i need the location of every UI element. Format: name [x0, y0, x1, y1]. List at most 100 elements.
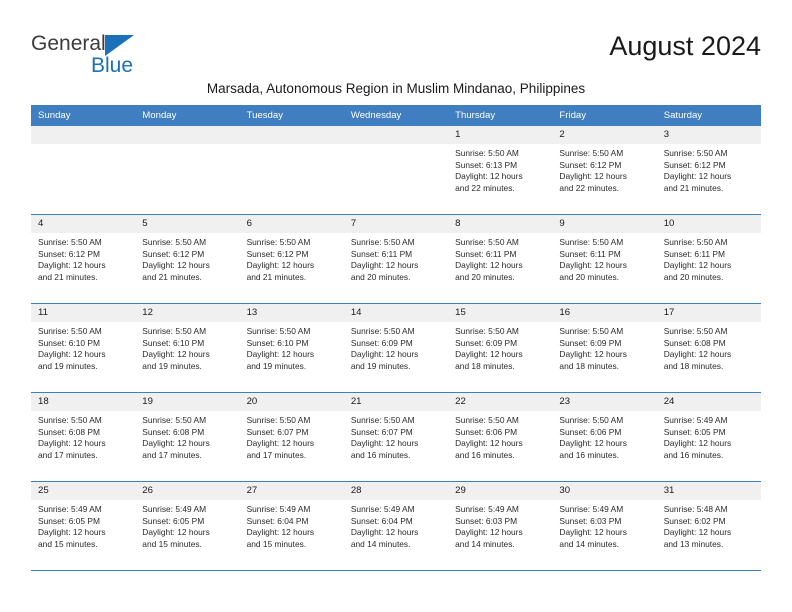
sun-info-line: Daylight: 12 hours: [246, 349, 315, 360]
sun-info-line: Daylight: 12 hours: [38, 260, 106, 271]
calendar-day-cell[interactable]: 8 Sunrise: 5:50 AM Sunset: 6:11 PM Daylight…: [448, 214, 553, 304]
day-number: 31: [656, 482, 761, 500]
calendar-day-cell[interactable]: 26 Sunrise: 5:49 AM Sunset: 6:05 PM Dayligh…: [135, 481, 240, 571]
calendar-day-cell[interactable]: 13 Sunrise: 5:50 AM Sunset: 6:10 PM Dayligh…: [239, 303, 344, 393]
weekday-header-wednesday: Wednesday: [343, 105, 449, 126]
calendar-day-cell[interactable]: 31 Sunrise: 5:48 AM Sunset: 6:02 PM Dayligh…: [656, 481, 761, 571]
sun-info-line: and 22 minutes.: [455, 182, 515, 193]
calendar-day-cell[interactable]: 1 Sunrise: 5:50 AM Sunset: 6:13 PM Daylight…: [448, 126, 553, 215]
day-number: 8: [448, 215, 553, 233]
sun-info-line: Daylight: 12 hours: [559, 171, 627, 182]
calendar-day-cell[interactable]: 29 Sunrise: 5:49 AM Sunset: 6:03 PM Dayligh…: [448, 481, 553, 571]
sun-info-line: Sunrise: 5:50 AM: [663, 237, 728, 247]
general-blue-logo[interactable]: General Blue: [31, 32, 181, 77]
sun-info-line: Sunrise: 5:50 AM: [246, 415, 311, 425]
sun-info-line: Sunset: 6:05 PM: [142, 515, 205, 526]
sun-info-line: Sunset: 6:04 PM: [350, 515, 413, 526]
day-number: 25: [31, 482, 136, 500]
calendar-day-cell[interactable]: 18 Sunrise: 5:50 AM Sunset: 6:08 PM Dayligh…: [31, 392, 136, 482]
sun-info-line: Daylight: 12 hours: [350, 349, 419, 360]
sun-info-line: Sunset: 6:12 PM: [246, 248, 309, 259]
sun-info-line: Sunset: 6:12 PM: [38, 248, 100, 259]
sun-info-line: Sunset: 6:08 PM: [38, 426, 100, 437]
calendar-day-cell[interactable]: 21 Sunrise: 5:50 AM Sunset: 6:07 PM Dayligh…: [343, 392, 449, 482]
calendar-day-cell[interactable]: 7 Sunrise: 5:50 AM Sunset: 6:11 PM Daylight…: [343, 214, 449, 304]
calendar-day-cell[interactable]: 27 Sunrise: 5:49 AM Sunset: 6:04 PM Dayligh…: [239, 481, 344, 571]
sun-info-line: Daylight: 12 hours: [142, 438, 210, 449]
calendar-day-cell[interactable]: 17 Sunrise: 5:50 AM Sunset: 6:08 PM Dayligh…: [656, 303, 761, 393]
calendar-day-cell[interactable]: 5 Sunrise: 5:50 AM Sunset: 6:12 PM Daylight…: [135, 214, 240, 304]
calendar-day-cell[interactable]: 2 Sunrise: 5:50 AM Sunset: 6:12 PM Daylight…: [552, 126, 657, 215]
sun-info-line: Sunrise: 5:48 AM: [663, 504, 728, 514]
sun-info-line: Sunrise: 5:50 AM: [38, 326, 102, 336]
sun-info-line: and 20 minutes.: [663, 271, 724, 282]
sun-info-line: and 21 minutes.: [38, 271, 98, 282]
calendar-day-cell[interactable]: 22 Sunrise: 5:50 AM Sunset: 6:06 PM Dayligh…: [448, 392, 553, 482]
sun-info-line: Daylight: 12 hours: [663, 171, 732, 182]
sun-info-line: Daylight: 12 hours: [455, 260, 523, 271]
sun-info: Sunrise: 5:50 AM Sunset: 6:11 PM Daylight:…: [448, 233, 552, 283]
sun-info-line: and 15 minutes.: [246, 538, 307, 549]
calendar-day-cell[interactable]: 12 Sunrise: 5:50 AM Sunset: 6:10 PM Dayligh…: [135, 303, 240, 393]
sun-info: Sunrise: 5:50 AM Sunset: 6:11 PM Daylight:…: [657, 233, 761, 283]
sun-info-line: Sunrise: 5:50 AM: [142, 237, 207, 247]
logo-word-blue: Blue: [91, 54, 134, 77]
sun-info-line: and 15 minutes.: [38, 538, 98, 549]
sun-info: Sunrise: 5:49 AM Sunset: 6:05 PM Daylight:…: [31, 500, 135, 550]
calendar-day-cell[interactable]: 9 Sunrise: 5:50 AM Sunset: 6:11 PM Daylight…: [552, 214, 657, 304]
sun-info: Sunrise: 5:49 AM Sunset: 6:05 PM Daylight:…: [657, 411, 761, 461]
day-number: 27: [239, 482, 344, 500]
calendar-day-cell[interactable]: 10 Sunrise: 5:50 AM Sunset: 6:11 PM Dayligh…: [656, 214, 761, 304]
sun-info: Sunrise: 5:50 AM Sunset: 6:09 PM Daylight:…: [448, 322, 552, 372]
sun-info-line: and 18 minutes.: [663, 360, 724, 371]
day-number: 23: [552, 393, 657, 411]
calendar-day-cell[interactable]: 16 Sunrise: 5:50 AM Sunset: 6:09 PM Dayligh…: [552, 303, 657, 393]
calendar-day-cell[interactable]: 20 Sunrise: 5:50 AM Sunset: 6:07 PM Dayligh…: [239, 392, 344, 482]
sun-info: Sunrise: 5:49 AM Sunset: 6:03 PM Daylight:…: [552, 500, 656, 550]
day-number: 17: [656, 304, 761, 322]
sun-info-line: and 13 minutes.: [663, 538, 724, 549]
calendar-day-cell[interactable]: 3 Sunrise: 5:50 AM Sunset: 6:12 PM Daylight…: [656, 126, 761, 215]
calendar-week-row: 18 Sunrise: 5:50 AM Sunset: 6:08 PM Dayligh…: [31, 392, 761, 482]
calendar-day-cell[interactable]: 23 Sunrise: 5:50 AM Sunset: 6:06 PM Dayligh…: [552, 392, 657, 482]
sun-info: Sunrise: 5:50 AM Sunset: 6:06 PM Daylight:…: [552, 411, 656, 461]
sun-info-line: Sunset: 6:07 PM: [350, 426, 413, 437]
sun-info-line: Sunset: 6:11 PM: [663, 248, 725, 259]
sun-info-line: Sunset: 6:11 PM: [559, 248, 621, 259]
calendar-day-cell[interactable]: 24 Sunrise: 5:49 AM Sunset: 6:05 PM Dayligh…: [656, 392, 761, 482]
sun-info-line: Sunrise: 5:50 AM: [455, 326, 519, 336]
sun-info-line: Daylight: 12 hours: [663, 260, 732, 271]
sun-info-line: Sunset: 6:09 PM: [455, 337, 518, 348]
day-number: 29: [448, 482, 553, 500]
sun-info-line: and 14 minutes.: [350, 538, 411, 549]
sun-info-line: Daylight: 12 hours: [38, 527, 106, 538]
calendar-day-cell[interactable]: 6 Sunrise: 5:50 AM Sunset: 6:12 PM Daylight…: [239, 214, 344, 304]
sun-info-line: and 17 minutes.: [142, 449, 202, 460]
sun-info-line: Sunrise: 5:50 AM: [38, 237, 102, 247]
calendar-day-cell[interactable]: 25 Sunrise: 5:49 AM Sunset: 6:05 PM Dayligh…: [31, 481, 136, 571]
day-number: [239, 126, 344, 144]
day-number: 20: [239, 393, 344, 411]
sun-info-line: Sunrise: 5:49 AM: [246, 504, 311, 514]
calendar-day-cell[interactable]: 19 Sunrise: 5:50 AM Sunset: 6:08 PM Dayligh…: [135, 392, 240, 482]
calendar-day-cell[interactable]: 30 Sunrise: 5:49 AM Sunset: 6:03 PM Dayligh…: [552, 481, 657, 571]
page-title: August 2024: [609, 31, 761, 61]
sun-info-line: and 20 minutes.: [455, 271, 515, 282]
day-number: 6: [239, 215, 344, 233]
calendar-day-cell[interactable]: 11 Sunrise: 5:50 AM Sunset: 6:10 PM Dayligh…: [31, 303, 136, 393]
logo-word-general: General: [31, 32, 106, 55]
sun-info-line: and 14 minutes.: [455, 538, 515, 549]
day-number: 15: [448, 304, 553, 322]
day-number: 13: [239, 304, 344, 322]
calendar-day-cell[interactable]: 15 Sunrise: 5:50 AM Sunset: 6:09 PM Dayligh…: [448, 303, 553, 393]
calendar-day-cell[interactable]: 28 Sunrise: 5:49 AM Sunset: 6:04 PM Dayligh…: [343, 481, 449, 571]
sun-info-line: Sunset: 6:12 PM: [663, 159, 726, 170]
calendar-day-cell[interactable]: 4 Sunrise: 5:50 AM Sunset: 6:12 PM Daylight…: [31, 214, 136, 304]
sun-info-line: Sunset: 6:09 PM: [350, 337, 413, 348]
calendar-day-cell[interactable]: 14 Sunrise: 5:50 AM Sunset: 6:09 PM Dayligh…: [343, 303, 449, 393]
sun-info-line: Sunset: 6:10 PM: [38, 337, 100, 348]
sun-info-line: Sunset: 6:08 PM: [142, 426, 205, 437]
sun-info-line: Sunset: 6:09 PM: [559, 337, 622, 348]
sun-info-line: Sunrise: 5:50 AM: [455, 237, 519, 247]
sun-info-line: Daylight: 12 hours: [559, 260, 627, 271]
